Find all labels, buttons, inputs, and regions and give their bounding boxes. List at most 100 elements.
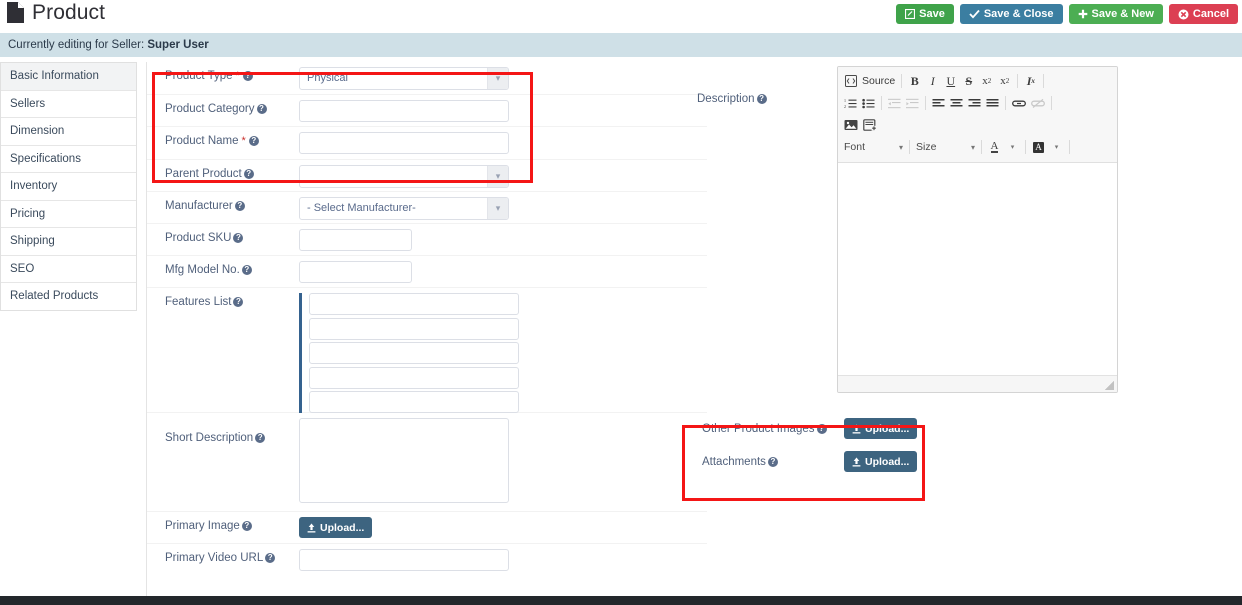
label-text: Mfg Model No. — [165, 264, 240, 276]
sidebar-item-shipping[interactable]: Shipping — [1, 228, 136, 256]
product-type-select-value[interactable]: Physical — [299, 67, 509, 90]
source-icon[interactable] — [842, 72, 859, 91]
form-row-description: Description? Source B I U S x 2 x 2 I x … — [697, 62, 1242, 393]
manufacturer-select-value[interactable]: - Select Manufacturer- — [299, 197, 509, 220]
help-icon[interactable]: ? — [233, 233, 244, 243]
parent-product-select[interactable]: ▾ — [299, 165, 509, 188]
features-list-group — [299, 293, 707, 413]
resize-grip-handle[interactable] — [1105, 381, 1114, 390]
bg-color-letter: A — [1033, 141, 1044, 153]
cancel-button[interactable]: Cancel — [1168, 4, 1238, 24]
sidebar-item-related-products[interactable]: Related Products — [1, 283, 136, 311]
source-label[interactable]: Source — [860, 72, 897, 91]
image-icon[interactable] — [842, 116, 860, 135]
parent-product-label: Parent Product? — [147, 160, 299, 180]
help-icon[interactable]: ? — [243, 169, 254, 179]
sidebar-item-pricing[interactable]: Pricing — [1, 200, 136, 228]
toolbar-separator — [925, 96, 926, 110]
align-right-icon[interactable] — [966, 94, 983, 113]
form-row-other-product-images: Other Product Images? Upload... — [702, 412, 1242, 445]
attachments-upload-label: Upload... — [865, 455, 910, 468]
attachments-upload-button[interactable]: Upload... — [844, 451, 918, 472]
strikethrough-icon[interactable]: S — [960, 72, 977, 91]
remove-format-icon[interactable]: Ix — [1022, 72, 1039, 91]
chevron-down-icon[interactable]: ▾ — [1048, 138, 1065, 157]
sidebar-item-label: Specifications — [10, 152, 81, 165]
italic-icon[interactable]: I — [924, 72, 941, 91]
sidebar-item-sellers[interactable]: Sellers — [1, 90, 136, 118]
help-icon[interactable]: ? — [256, 104, 267, 114]
mfg-model-no-input[interactable] — [299, 261, 412, 283]
other-product-images-upload-button[interactable]: Upload... — [844, 418, 918, 439]
chevron-down-icon[interactable]: ▾ — [487, 166, 508, 187]
required-marker: * — [241, 135, 246, 147]
bulleted-list-icon[interactable] — [860, 94, 877, 113]
features-list-input-4[interactable] — [309, 366, 519, 389]
align-left-icon[interactable] — [930, 94, 947, 113]
help-icon[interactable]: ? — [767, 456, 778, 467]
help-icon[interactable]: ? — [241, 521, 252, 531]
short-description-textarea[interactable] — [299, 418, 509, 503]
sidebar-item-inventory[interactable]: Inventory — [1, 173, 136, 201]
parent-product-select-value[interactable] — [299, 165, 509, 188]
product-type-select[interactable]: Physical ▾ — [299, 67, 509, 90]
superscript-icon[interactable]: x2 — [996, 72, 1013, 91]
features-list-input-2[interactable] — [309, 317, 519, 340]
align-center-icon[interactable] — [948, 94, 965, 113]
save-and-close-button[interactable]: Save & Close — [959, 4, 1063, 24]
save-and-new-button[interactable]: Save & New — [1068, 4, 1163, 24]
product-name-input[interactable] — [299, 132, 509, 154]
chevron-down-icon[interactable]: ▾ — [487, 68, 508, 89]
attachments-label: Attachments? — [702, 456, 844, 468]
font-family-dropdown[interactable]: Font ▾ — [842, 138, 905, 156]
toolbar-separator — [1051, 96, 1052, 110]
help-icon[interactable]: ? — [756, 94, 767, 104]
toolbar-separator — [909, 140, 910, 154]
indent-icon[interactable] — [904, 94, 921, 113]
sidebar-item-dimension[interactable]: Dimension — [1, 118, 136, 146]
sidebar-item-basic-information[interactable]: Basic Information — [1, 63, 136, 91]
help-icon[interactable]: ? — [816, 423, 827, 434]
sidebar-item-seo[interactable]: SEO — [1, 255, 136, 283]
help-icon[interactable]: ? — [265, 553, 276, 563]
page-break-icon[interactable] — [861, 116, 879, 135]
background-color-icon[interactable]: A — [1030, 138, 1047, 157]
help-icon[interactable]: ? — [242, 71, 253, 81]
outdent-icon[interactable] — [886, 94, 903, 113]
form-row-product-sku: Product SKU? — [147, 224, 707, 256]
help-icon[interactable]: ? — [241, 265, 252, 275]
primary-video-url-input[interactable] — [299, 549, 509, 571]
manufacturer-select[interactable]: - Select Manufacturer- ▾ — [299, 197, 509, 220]
help-icon[interactable]: ? — [255, 433, 266, 443]
primary-image-upload-button[interactable]: Upload... — [299, 517, 373, 538]
font-size-dropdown[interactable]: Size ▾ — [914, 138, 977, 156]
link-icon[interactable] — [1010, 94, 1028, 113]
help-icon[interactable]: ? — [234, 201, 245, 211]
mfg-model-no-label: Mfg Model No.? — [147, 256, 299, 276]
numbered-list-icon[interactable]: 12 — [842, 94, 859, 113]
sidebar-item-specifications[interactable]: Specifications — [1, 145, 136, 173]
page-header: Product Save Save & Close Save & New Can… — [0, 0, 1242, 31]
unlink-icon[interactable] — [1029, 94, 1047, 113]
chevron-down-icon[interactable]: ▾ — [1004, 138, 1021, 157]
underline-icon[interactable]: U — [942, 72, 959, 91]
close-circle-icon — [1178, 9, 1189, 20]
justify-icon[interactable] — [984, 94, 1001, 113]
toolbar-separator — [1025, 140, 1026, 154]
help-icon[interactable]: ? — [248, 136, 259, 146]
features-list-input-1[interactable] — [309, 293, 519, 315]
help-icon[interactable]: ? — [233, 297, 244, 307]
product-sku-input[interactable] — [299, 229, 412, 251]
sidebar-item-label: Shipping — [10, 235, 55, 247]
description-editor-wrap: Source B I U S x2 x2 Ix 1 2 Font ▾ Size … — [837, 66, 1118, 393]
description-editor-body[interactable] — [838, 163, 1117, 375]
save-button[interactable]: Save — [896, 4, 954, 24]
subscript-icon[interactable]: x2 — [978, 72, 995, 91]
product-category-input[interactable] — [299, 100, 509, 122]
features-list-input-3[interactable] — [309, 342, 519, 364]
chevron-down-icon[interactable]: ▾ — [487, 198, 508, 219]
text-color-icon[interactable]: A — [986, 138, 1003, 157]
editor-status-bar — [838, 375, 1117, 392]
features-list-input-5[interactable] — [309, 391, 519, 413]
bold-icon[interactable]: B — [906, 72, 923, 91]
